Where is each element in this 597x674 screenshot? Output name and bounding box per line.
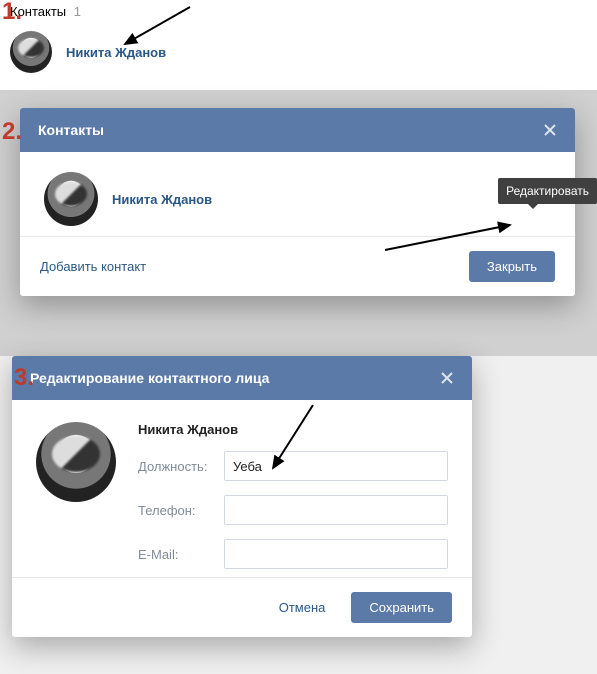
modal-contacts: Контакты Никита Жданов Добавить контакт … [20, 108, 575, 296]
position-label: Должность: [138, 459, 224, 474]
modal-edit-title: Редактирование контактного лица [30, 370, 269, 386]
phone-label: Телефон: [138, 503, 224, 518]
step1-section: Контакты 1 Никита Жданов [0, 0, 597, 90]
position-input[interactable] [224, 451, 448, 481]
avatar[interactable] [10, 31, 52, 73]
modal-edit-contact: Редактирование контактного лица Никита Ж… [12, 356, 472, 637]
email-label: E-Mail: [138, 547, 224, 562]
modal-edit-titlebar: Редактирование контактного лица [12, 356, 472, 400]
close-button[interactable]: Закрыть [469, 251, 555, 282]
contact-row[interactable]: Никита Жданов [10, 31, 587, 73]
avatar[interactable] [36, 422, 116, 502]
save-button[interactable]: Сохранить [351, 592, 452, 623]
annotation-step-3: 3. [14, 364, 34, 392]
annotation-step-2: 2. [2, 118, 22, 146]
modal-contacts-titlebar: Контакты [20, 108, 575, 152]
annotation-step-1: 1. [2, 0, 22, 26]
modal-contacts-title: Контакты [38, 122, 104, 138]
close-icon[interactable] [440, 371, 454, 385]
contact-name-link[interactable]: Никита Жданов [66, 45, 166, 60]
close-icon[interactable] [543, 123, 557, 137]
email-input[interactable] [224, 539, 448, 569]
contact-name-link[interactable]: Никита Жданов [112, 192, 212, 207]
phone-input[interactable] [224, 495, 448, 525]
add-contact-link[interactable]: Добавить контакт [40, 259, 146, 274]
contacts-heading: Контакты 1 [10, 4, 587, 19]
cancel-button[interactable]: Отмена [261, 592, 344, 623]
contacts-count: 1 [74, 4, 81, 19]
avatar[interactable] [44, 172, 98, 226]
tooltip-edit: Редактировать [498, 178, 597, 204]
edit-contact-name: Никита Жданов [138, 422, 448, 437]
